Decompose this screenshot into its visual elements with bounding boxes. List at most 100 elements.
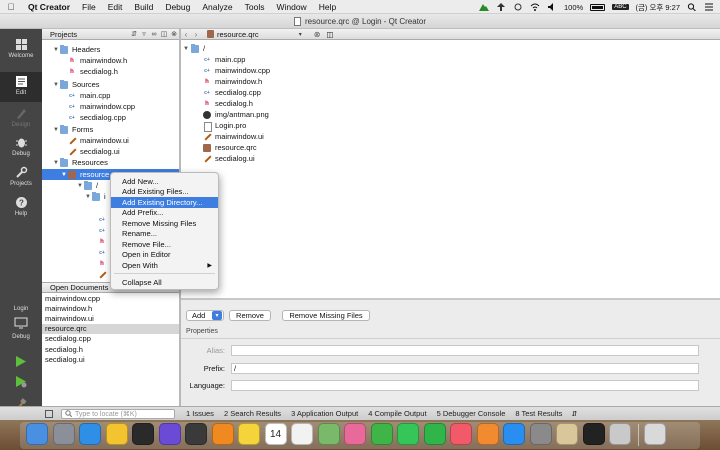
remove-button[interactable]: Remove bbox=[229, 310, 271, 321]
add-menu-button[interactable]: Add ▾ bbox=[186, 310, 224, 321]
open-document-item[interactable]: secdialog.h bbox=[42, 344, 179, 354]
resource-file-row[interactable]: c+ main.cpp bbox=[203, 54, 245, 65]
menu-edit[interactable]: Edit bbox=[102, 2, 129, 12]
open-document-item[interactable]: mainwindow.cpp bbox=[42, 293, 179, 303]
music-icon[interactable] bbox=[450, 423, 472, 445]
notification-center-icon[interactable] bbox=[704, 3, 714, 11]
open-document-item-selected[interactable]: resource.qrc bbox=[42, 323, 179, 334]
resource-file-row[interactable]: mainwindow.ui bbox=[203, 131, 264, 142]
tree-row-secdialog-ui[interactable]: secdialog.ui bbox=[42, 146, 179, 157]
menu-file[interactable]: File bbox=[76, 2, 102, 12]
nav-back-icon[interactable]: ‹ bbox=[181, 30, 191, 39]
mode-design[interactable]: Design bbox=[0, 104, 42, 134]
menu-tools[interactable]: Tools bbox=[239, 2, 271, 12]
resource-file-row[interactable]: Login.pro bbox=[203, 120, 246, 132]
reminders-icon[interactable] bbox=[291, 423, 313, 445]
finder-icon[interactable] bbox=[26, 423, 48, 445]
script-editor-icon[interactable] bbox=[609, 423, 631, 445]
tabs-overflow-icon[interactable]: ⇵ bbox=[571, 410, 577, 418]
toggle-sidebar-icon[interactable] bbox=[45, 409, 53, 418]
tree-row-mainwindow-cpp[interactable]: c+ mainwindow.cpp bbox=[42, 101, 179, 112]
open-document-item[interactable]: secdialog.ui bbox=[42, 354, 179, 364]
safari-icon[interactable] bbox=[79, 423, 101, 445]
locator-input[interactable]: Type to locate (⌘K) bbox=[61, 408, 175, 419]
menu-item-remove-file[interactable]: Remove File... bbox=[111, 239, 218, 250]
chevron-down-icon[interactable]: ▾ bbox=[299, 31, 302, 38]
menu-clock[interactable]: (금) 오후 9:27 bbox=[636, 2, 680, 13]
tree-row-forms[interactable]: ▼ Forms bbox=[42, 124, 179, 135]
menu-analyze[interactable]: Analyze bbox=[196, 2, 238, 12]
open-document-item[interactable]: mainwindow.h bbox=[42, 303, 179, 313]
tree-row-mainwindow-h[interactable]: h mainwindow.h bbox=[42, 55, 179, 66]
split-editor-icon[interactable]: ◫ bbox=[326, 30, 333, 39]
menu-window[interactable]: Window bbox=[270, 2, 312, 12]
window-titlebar[interactable]: resource.qrc @ Login - Qt Creator bbox=[0, 14, 720, 29]
close-document-icon[interactable]: ⊗ bbox=[314, 30, 321, 39]
apple-menu-icon[interactable]:  bbox=[0, 2, 22, 12]
tab-test-results[interactable]: 8 Test Results bbox=[510, 409, 567, 418]
tree-row-resources[interactable]: ▼ Resources bbox=[42, 157, 179, 168]
resource-tree[interactable]: ▼ / c+ main.cpp c+ mainwindow.cpp h mainwin… bbox=[181, 40, 720, 298]
spotlight-search-icon[interactable] bbox=[687, 3, 697, 11]
expanded-arrow-icon[interactable]: ▼ bbox=[76, 183, 84, 189]
run-icon[interactable] bbox=[15, 355, 27, 368]
menu-item-collapse-all[interactable]: Collapse All bbox=[111, 278, 218, 289]
view-chevron-icon[interactable]: ⇵ bbox=[129, 30, 139, 39]
expanded-arrow-icon[interactable]: ▼ bbox=[84, 194, 92, 200]
mode-edit[interactable]: Edit bbox=[0, 72, 42, 102]
resource-file-row[interactable]: c+ mainwindow.cpp bbox=[203, 65, 270, 76]
chrome-icon[interactable] bbox=[105, 423, 128, 445]
expanded-arrow-icon[interactable]: ▼ bbox=[52, 82, 60, 88]
notes-icon[interactable] bbox=[238, 423, 260, 445]
photos-icon[interactable] bbox=[344, 423, 366, 445]
resource-prefix-row[interactable]: ▼ / bbox=[183, 43, 205, 54]
messages-icon[interactable] bbox=[397, 423, 419, 445]
final-cut-icon[interactable] bbox=[185, 423, 207, 445]
terminal-icon[interactable] bbox=[582, 423, 605, 445]
tab-compile-output[interactable]: 4 Compile Output bbox=[363, 409, 431, 418]
tree-row-sources[interactable]: ▼ Sources bbox=[42, 79, 179, 90]
menu-item-add-prefix[interactable]: Add Prefix... bbox=[111, 208, 218, 219]
resource-file-row[interactable]: img/antman.png bbox=[203, 109, 269, 120]
expanded-arrow-icon[interactable]: ▼ bbox=[52, 160, 60, 166]
close-pane-icon[interactable]: ⊗ bbox=[169, 30, 179, 39]
menu-item-remove-missing-files[interactable]: Remove Missing Files bbox=[111, 218, 218, 229]
expanded-arrow-icon[interactable]: ▼ bbox=[60, 172, 68, 178]
tab-application-output[interactable]: 3 Application Output bbox=[286, 409, 363, 418]
resource-file-row[interactable]: h mainwindow.h bbox=[203, 76, 262, 87]
trash-icon[interactable] bbox=[643, 423, 666, 445]
upload-icon[interactable] bbox=[496, 3, 506, 11]
menu-item-add-new[interactable]: Add New... bbox=[111, 176, 218, 187]
tree-row-secdialog-h[interactable]: h secdialog.h bbox=[42, 66, 179, 77]
filter-icon[interactable]: ▿ bbox=[139, 30, 149, 39]
open-documents-list[interactable]: mainwindow.cpp mainwindow.h mainwindow.u… bbox=[42, 293, 179, 406]
menu-item-open-with[interactable]: Open With ▶ bbox=[111, 260, 218, 271]
battery-icon[interactable] bbox=[590, 3, 606, 11]
volume-icon[interactable] bbox=[547, 3, 557, 11]
qt-creator-icon[interactable] bbox=[370, 423, 393, 445]
resource-file-row[interactable]: c+ secdialog.cpp bbox=[203, 87, 261, 98]
tree-row-secdialog-cpp[interactable]: c+ secdialog.cpp bbox=[42, 112, 179, 123]
resource-file-row[interactable]: resource.qrc bbox=[203, 142, 257, 153]
prefix-field[interactable]: / bbox=[231, 363, 699, 374]
menu-item-open-in-editor[interactable]: Open in Editor bbox=[111, 250, 218, 261]
mode-welcome[interactable]: Welcome bbox=[0, 35, 42, 65]
preview-icon[interactable] bbox=[317, 423, 340, 445]
calendar-icon[interactable]: 14 bbox=[264, 423, 287, 445]
remove-missing-files-button[interactable]: Remove Missing Files bbox=[282, 310, 370, 321]
mountain-icon[interactable] bbox=[479, 3, 489, 11]
menu-item-add-existing-files[interactable]: Add Existing Files... bbox=[111, 187, 218, 198]
system-preferences-icon[interactable] bbox=[529, 423, 552, 445]
open-document-item[interactable]: mainwindow.ui bbox=[42, 313, 179, 323]
facetime-icon[interactable] bbox=[423, 423, 446, 445]
menu-debug[interactable]: Debug bbox=[159, 2, 196, 12]
imovie-icon[interactable] bbox=[158, 423, 181, 445]
menu-item-rename[interactable]: Rename... bbox=[111, 229, 218, 240]
menu-app-name[interactable]: Qt Creator bbox=[22, 2, 76, 12]
link-sync-icon[interactable]: ∞ bbox=[149, 30, 159, 39]
app-store-icon[interactable] bbox=[503, 423, 525, 445]
resource-file-row[interactable]: h secdialog.h bbox=[203, 98, 253, 109]
expanded-arrow-icon[interactable]: ▼ bbox=[52, 127, 60, 133]
tab-issues[interactable]: 1 Issues bbox=[181, 409, 219, 418]
mode-projects[interactable]: Projects bbox=[0, 163, 42, 193]
